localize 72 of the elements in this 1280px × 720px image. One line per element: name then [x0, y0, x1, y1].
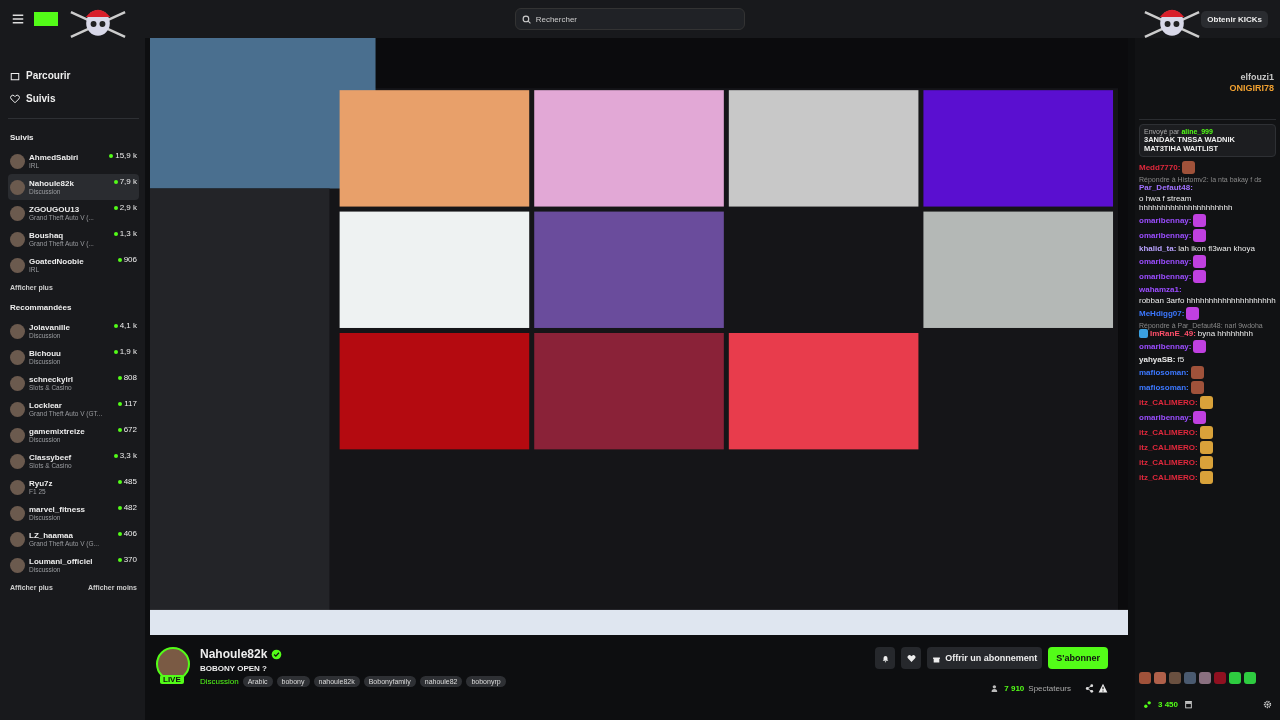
chat-username[interactable]: Medd7770:: [1139, 163, 1181, 172]
chat-text: f5: [1177, 355, 1185, 364]
emote-icon: [1199, 426, 1213, 439]
chat-username[interactable]: itz_CALIMERO:: [1139, 398, 1198, 407]
chat-username[interactable]: itz_CALIMERO:: [1139, 428, 1198, 437]
chat-username[interactable]: wahamza1:: [1139, 285, 1182, 294]
chat-text: o hwa f stream hhhhhhhhhhhhhhhhhhhhh: [1139, 194, 1234, 212]
emote-icon: [1193, 229, 1207, 242]
chat-username[interactable]: omaribennay:: [1139, 342, 1192, 351]
chat-username[interactable]: MeHdigg07:: [1139, 309, 1185, 318]
chat-username[interactable]: itz_CALIMERO:: [1139, 473, 1198, 482]
share-icon[interactable]: [1085, 683, 1094, 693]
emote-icon: [1199, 441, 1213, 454]
points-icon: [1143, 699, 1152, 709]
chat-text: byna hhhhhhhh: [1197, 329, 1253, 338]
emote-icon: [1193, 270, 1207, 283]
leaderboard-name[interactable]: elfouzi1: [1240, 72, 1274, 82]
gift-subscription-button[interactable]: Offrir un abonnement: [927, 647, 1043, 669]
chat-username[interactable]: omaribennay:: [1139, 272, 1192, 281]
bell-icon[interactable]: [875, 647, 896, 669]
emote-icon: [1190, 381, 1204, 394]
emote-icon: [1199, 396, 1213, 409]
emote-icon[interactable]: [1244, 672, 1256, 684]
emote-icon: [1186, 307, 1200, 320]
points-count: 3 450: [1158, 699, 1179, 709]
chat-text: lah ikon fl3wan khoya: [1178, 244, 1255, 253]
chat-username[interactable]: ImRanE_49:: [1150, 329, 1196, 338]
emote-icon: [1182, 161, 1196, 174]
streamer-name[interactable]: Nahoule82k: [200, 647, 268, 661]
subscribe-button[interactable]: S'abonner: [1048, 647, 1108, 669]
stream-title: BOBONY OPEN ?: [200, 664, 268, 673]
emote-icon: [1193, 411, 1207, 424]
emote-icon[interactable]: [1154, 672, 1166, 684]
nav-link[interactable]: Parcourir: [8, 64, 139, 87]
chat-username[interactable]: mafiosoman:: [1139, 383, 1189, 392]
viewer-label: Spectateurs: [1028, 683, 1071, 693]
warning-icon[interactable]: [1098, 683, 1108, 693]
verified-icon: [271, 648, 283, 660]
emote-icon: [1193, 214, 1207, 227]
chat-username[interactable]: itz_CALIMERO:: [1139, 443, 1198, 452]
search-field[interactable]: Rechercher: [514, 8, 745, 30]
heart-icon: [10, 93, 20, 104]
emote-icon: [1199, 456, 1213, 469]
chat-username[interactable]: mafiosoman:: [1139, 368, 1189, 377]
chat-username[interactable]: khalid_ta:: [1139, 244, 1177, 253]
emote-icon[interactable]: [1229, 672, 1241, 684]
chat-username[interactable]: omaribennay:: [1139, 257, 1192, 266]
emote-icon: [1190, 366, 1204, 379]
chat-username[interactable]: omaribennay:: [1139, 216, 1192, 225]
get-kicks-button[interactable]: Obtenir KICKs: [1201, 10, 1268, 28]
emote-icon: [1193, 255, 1207, 268]
section-title: Suivis: [10, 133, 35, 142]
viewer-count: 7 910: [1004, 683, 1025, 693]
category-link[interactable]: Discussion: [200, 677, 239, 686]
chat-text: robban 3arfo hhhhhhhhhhhhhhhhhhhh: [1139, 296, 1276, 305]
chat-username[interactable]: Par_Defaut48:: [1139, 183, 1193, 192]
browse-icon: [10, 70, 20, 81]
menu-icon[interactable]: [12, 13, 24, 25]
emote-icon[interactable]: [1199, 672, 1211, 684]
section-title: Recommandées: [10, 303, 73, 312]
emote-icon: [1199, 471, 1213, 484]
emote-icon[interactable]: [1139, 672, 1151, 684]
chat-username[interactable]: omaribennay:: [1139, 231, 1192, 240]
chat-username[interactable]: omaribennay:: [1139, 413, 1192, 422]
nav-link[interactable]: Suivis: [8, 87, 139, 110]
chat-username[interactable]: itz_CALIMERO:: [1139, 458, 1198, 467]
emote-icon: [1193, 340, 1207, 353]
settings-icon[interactable]: [1263, 699, 1272, 709]
chat-username[interactable]: yahyaSB:: [1139, 355, 1176, 364]
live-badge: LIVE: [160, 675, 184, 684]
store-icon[interactable]: [1184, 699, 1194, 709]
leaderboard-name[interactable]: ONIGIRI78: [1229, 83, 1274, 93]
